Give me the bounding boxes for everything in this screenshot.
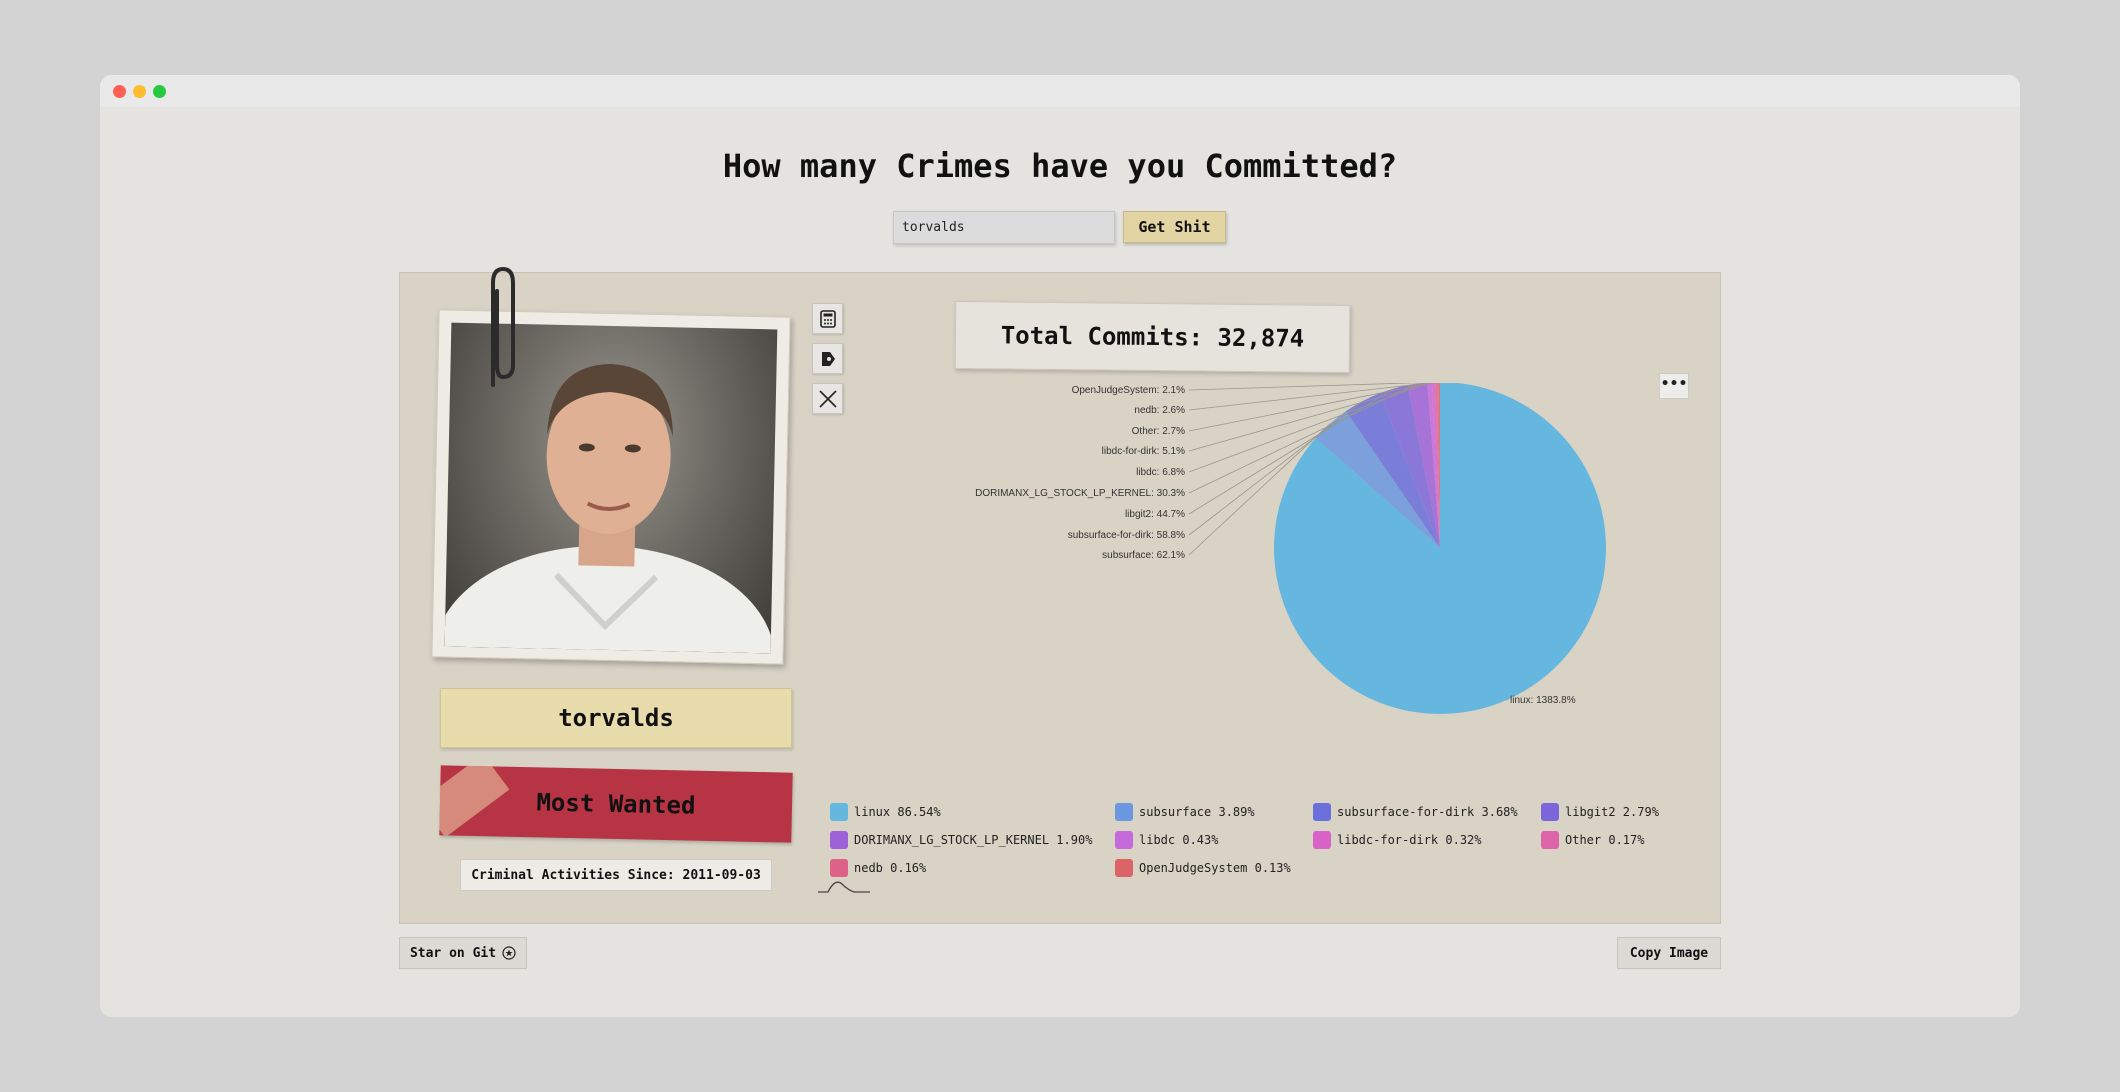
wave-decoration [818,881,870,893]
legend-item[interactable]: nedb 0.16% [830,859,926,877]
page-title: How many Crimes have you Committed? [722,147,1398,185]
pie-label: Other: 2.7% [1132,426,1185,437]
pie-label: DORIMANX_LG_STOCK_LP_KERNEL: 30.3% [975,488,1185,499]
calculator-button[interactable] [812,303,843,334]
status-badge: Most Wanted [439,765,793,843]
minimize-window-button[interactable] [133,85,146,98]
legend-label: libdc 0.43% [1139,833,1219,847]
pie-label: libgit2: 44.7% [1125,509,1185,520]
chart-legend: linux 86.54% subsurface 3.89% subsurface-f… [830,803,1690,893]
legend-label: linux 86.54% [854,805,941,819]
username-label: torvalds [440,688,792,748]
tape-decoration [439,765,510,838]
legend-item[interactable]: DORIMANX_LG_STOCK_LP_KERNEL 1.90% [830,831,1092,849]
pie-label: libdc: 6.8% [1136,467,1185,478]
star-button-label: Star on Git [409,945,497,961]
legend-item[interactable]: libgit2 2.79% [1541,803,1659,821]
browser-window: How many Crimes have you Committed? Get … [100,75,2020,1017]
legend-swatch [1541,831,1559,849]
legend-swatch [830,831,848,849]
close-window-button[interactable] [113,85,126,98]
legend-swatch [1115,859,1133,877]
legend-label: libgit2 2.79% [1565,805,1659,819]
legend-item[interactable]: OpenJudgeSystem 0.13% [1115,859,1291,877]
badge-button[interactable] [812,343,843,374]
legend-item[interactable]: Other 0.17% [1541,831,1644,849]
total-commits-card: Total Commits: 32,874 [954,300,1351,374]
legend-label: OpenJudgeSystem 0.13% [1139,861,1291,875]
calculator-icon [819,309,836,328]
legend-swatch [1541,803,1559,821]
activity-since-label: Criminal Activities Since: 2011-09-03 [460,859,772,891]
legend-item[interactable]: subsurface 3.89% [1115,803,1255,821]
legend-label: subsurface-for-dirk 3.68% [1337,805,1518,819]
pie-label: libdc-for-dirk: 5.1% [1102,446,1185,457]
legend-item[interactable]: libdc 0.43% [1115,831,1218,849]
page-content: How many Crimes have you Committed? Get … [100,107,2020,1017]
legend-item[interactable]: subsurface-for-dirk 3.68% [1313,803,1518,821]
username-input[interactable] [893,211,1115,244]
pie-label: OpenJudgeSystem: 2.1% [1072,385,1186,396]
legend-swatch [1115,831,1133,849]
window-titlebar [100,75,2020,107]
legend-swatch [1313,803,1331,821]
pie-label: subsurface-for-dirk: 58.8% [1068,530,1185,541]
github-star-icon [502,946,516,960]
legend-label: nedb 0.16% [854,861,927,875]
legend-swatch [1313,831,1331,849]
status-text: Most Wanted [536,788,696,820]
legend-swatch [830,859,848,877]
legend-label: libdc-for-dirk 0.32% [1337,833,1482,847]
dossier-card: torvalds Most Wanted Criminal Activities… [399,266,1721,924]
copy-image-button[interactable]: Copy Image [1617,937,1721,969]
legend-swatch [1115,803,1133,821]
pie-label: subsurface: 62.1% [1102,550,1185,561]
maximize-window-button[interactable] [153,85,166,98]
paperclip-icon [491,266,515,387]
pie-label: linux: 1383.8% [1510,695,1576,706]
legend-label: Other 0.17% [1565,833,1645,847]
legend-item[interactable]: linux 86.54% [830,803,941,821]
legend-swatch [830,803,848,821]
shield-tag-icon [821,351,835,366]
legend-item[interactable]: libdc-for-dirk 0.32% [1313,831,1482,849]
legend-label: DORIMANX_LG_STOCK_LP_KERNEL 1.90% [854,833,1093,847]
pie-label: nedb: 2.6% [1134,405,1185,416]
star-on-git-button[interactable]: Star on Git [399,937,527,969]
get-button[interactable]: Get Shit [1123,211,1226,243]
legend-label: subsurface 3.89% [1139,805,1255,819]
commit-pie-chart: linux: 1383.8% subsurface: 62.1% subsurfac… [975,383,1606,714]
